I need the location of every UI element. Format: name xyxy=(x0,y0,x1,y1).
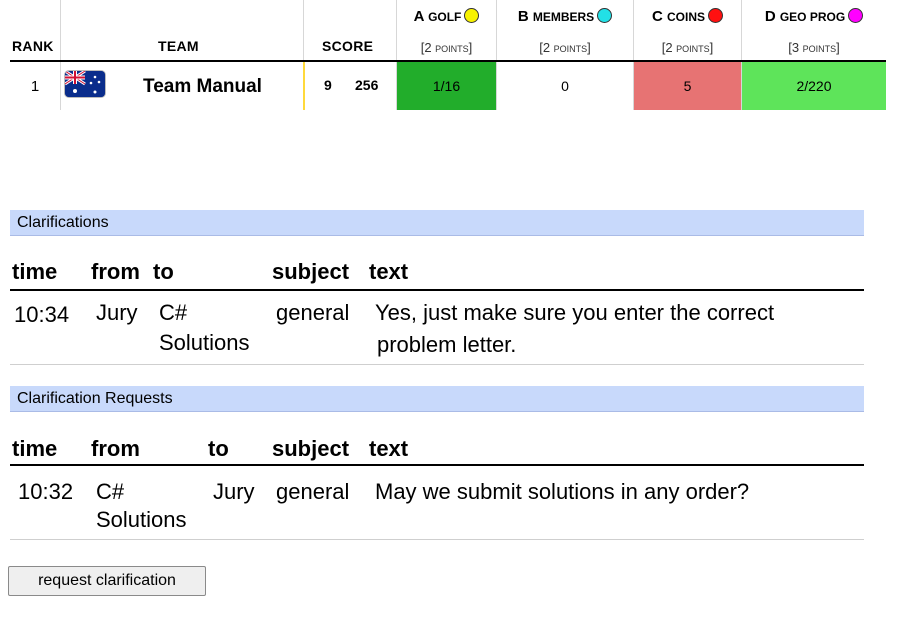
problem-letter: C xyxy=(651,8,663,25)
clarification-requests-title: Clarification Requests xyxy=(10,386,864,412)
clarification-subject: general xyxy=(276,300,350,325)
column-divider xyxy=(60,62,61,110)
team-name: Team Manual xyxy=(143,76,262,97)
problem-points: [2 points] xyxy=(539,40,591,55)
team-color-marker xyxy=(303,62,305,110)
clarification-to: C# xyxy=(159,300,188,325)
problem-points: [3 points] xyxy=(788,40,840,55)
clarification-text: problem letter. xyxy=(377,332,517,357)
column-header-time: time xyxy=(12,259,58,284)
clarification-time: 10:34 xyxy=(14,302,70,327)
request-text: May we submit solutions in any order? xyxy=(375,479,750,504)
header-rule xyxy=(10,289,864,291)
column-divider xyxy=(741,62,742,110)
column-header-from: from xyxy=(91,259,140,284)
problem-letter: B xyxy=(517,8,529,25)
request-clarification-button[interactable]: request clarification xyxy=(8,566,206,596)
column-divider xyxy=(496,62,497,110)
score-penalty-time: 256 xyxy=(355,77,379,93)
scoreboard: RANK TEAM SCORE A Golf [2 points] B Memb… xyxy=(10,0,886,110)
request-time: 10:32 xyxy=(18,479,74,504)
request-subject: general xyxy=(276,479,350,504)
clarification-to: Solutions xyxy=(159,330,250,355)
red-balloon-icon xyxy=(708,8,724,23)
problem-name: Coins xyxy=(667,10,706,24)
column-header-time: time xyxy=(12,436,58,461)
australia-flag-icon xyxy=(65,71,105,97)
score-solved: 9 xyxy=(324,77,332,93)
row-divider xyxy=(10,539,864,540)
column-header-text: text xyxy=(369,259,409,284)
rank-value: 1 xyxy=(30,77,40,95)
request-to: Jury xyxy=(213,479,255,504)
header-rule xyxy=(10,464,864,466)
clarification-text: Yes, just make sure you enter the correc… xyxy=(375,300,775,325)
row-divider xyxy=(10,364,864,365)
problem-name: Members xyxy=(532,10,595,24)
problem-letter: A xyxy=(413,8,424,25)
yellow-balloon-icon xyxy=(464,8,480,23)
scoreboard-row[interactable]: 1 Team Manual 9 256 1/16 0 5 2/220 xyxy=(10,60,886,110)
scoreboard-header: RANK TEAM SCORE A Golf [2 points] B Memb… xyxy=(10,0,886,60)
result-cell-c[interactable]: 5 xyxy=(634,62,741,110)
clarification-from: Jury xyxy=(96,300,138,325)
cyan-balloon-icon xyxy=(597,8,613,23)
problem-name: Geo Prog xyxy=(779,10,846,24)
team-header: TEAM xyxy=(158,38,199,54)
column-divider xyxy=(60,0,61,60)
column-header-subject: subject xyxy=(272,259,350,284)
column-header-to: to xyxy=(208,436,229,461)
problem-name: Golf xyxy=(428,10,462,24)
column-header-text: text xyxy=(369,436,409,461)
column-header-to: to xyxy=(153,259,174,284)
magenta-balloon-icon xyxy=(848,8,864,23)
column-divider xyxy=(633,62,634,110)
result-cell-d[interactable]: 2/220 xyxy=(742,62,886,110)
problem-letter: D xyxy=(764,8,776,25)
column-header-from: from xyxy=(91,436,140,461)
clarifications-title: Clarifications xyxy=(10,210,864,236)
rank-header: RANK xyxy=(12,38,54,54)
problem-points: [2 points] xyxy=(420,40,473,55)
request-from: C# xyxy=(96,479,125,504)
problem-points: [2 points] xyxy=(661,40,714,55)
column-header-subject: subject xyxy=(272,436,350,461)
score-header: SCORE xyxy=(322,38,374,54)
result-cell-b[interactable]: 0 xyxy=(497,62,633,110)
request-from: Solutions xyxy=(96,507,187,532)
column-divider xyxy=(303,0,304,60)
result-cell-a[interactable]: 1/16 xyxy=(397,62,496,110)
